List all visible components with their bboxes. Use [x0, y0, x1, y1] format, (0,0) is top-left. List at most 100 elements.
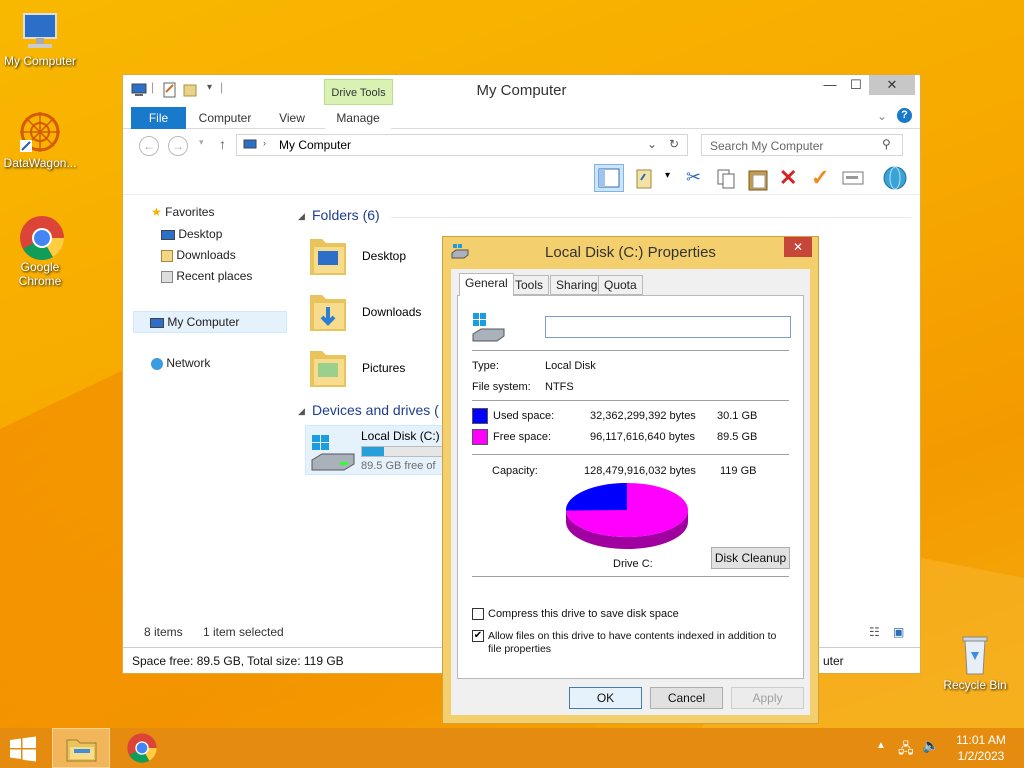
drive-free-text: 89.5 GB free of — [361, 460, 436, 472]
search-icon[interactable]: ⚲ — [882, 137, 891, 151]
delete-icon[interactable]: ✕ — [779, 165, 797, 191]
free-space-bytes: 96,117,616,640 bytes — [590, 431, 695, 443]
help-icon[interactable]: ? — [897, 108, 912, 123]
details-view-icon[interactable]: ☷ — [869, 625, 880, 639]
file-explorer-icon — [66, 739, 97, 762]
collapse-icon[interactable]: ◢ — [298, 406, 305, 417]
window-title: My Computer — [476, 82, 567, 99]
details-bar-text: Space free: 89.5 GB, Total size: 119 GB — [132, 654, 344, 668]
tab-view[interactable]: View — [263, 107, 321, 129]
apply-button[interactable]: Apply — [731, 687, 804, 709]
clock-time[interactable]: 11:01 AM — [948, 733, 1014, 747]
address-bar[interactable]: › My Computer ⌄ ↻ — [236, 134, 688, 156]
windows-logo-icon — [10, 736, 36, 762]
tab-general[interactable]: General — [459, 273, 514, 296]
free-space-label: Free space: — [493, 431, 552, 443]
filesystem-value: NTFS — [545, 381, 574, 393]
minimize-button[interactable]: — — [817, 75, 843, 95]
contextual-group-label: Drive Tools — [324, 79, 393, 105]
capacity-gb: 119 GB — [720, 465, 757, 477]
properties-icon[interactable] — [635, 168, 655, 193]
maximize-button[interactable]: ☐ — [843, 75, 869, 95]
taskbar-explorer[interactable] — [52, 728, 110, 768]
desktop-icon-chrome[interactable]: Google Chrome — [0, 214, 80, 288]
details-bar-right: uter — [823, 654, 844, 668]
forward-button[interactable]: → — [168, 136, 188, 156]
folder-icon — [310, 351, 346, 387]
tab-manage[interactable]: Manage — [325, 107, 391, 129]
folder-label: Pictures — [362, 361, 406, 375]
volume-label-input[interactable] — [545, 316, 791, 338]
folder-icon — [310, 295, 346, 331]
compress-checkbox[interactable] — [472, 608, 484, 620]
globe-icon[interactable] — [883, 166, 907, 193]
group-header-devices[interactable]: Devices and drives ( — [312, 402, 439, 418]
nav-item-recent-places[interactable]: Recent places — [161, 269, 252, 283]
desktop-icon — [161, 229, 175, 240]
volume-icon[interactable]: 🔈 — [922, 737, 939, 754]
nav-item-favorites[interactable]: ★ Favorites — [151, 205, 214, 219]
copy-icon[interactable] — [716, 168, 736, 193]
chevron-down-icon[interactable]: ⌄ — [877, 109, 887, 123]
nav-label: Downloads — [176, 248, 236, 262]
filesystem-label: File system: — [472, 381, 531, 393]
chevron-down-icon[interactable]: ▾ — [199, 137, 204, 148]
tab-file[interactable]: File — [131, 107, 186, 129]
taskbar-chrome[interactable] — [126, 732, 158, 767]
search-input[interactable]: Search My Computer — [710, 139, 823, 153]
dialog-close-button[interactable]: ✕ — [784, 237, 812, 257]
clock-date[interactable]: 1/2/2023 — [948, 749, 1014, 763]
group-header-folders[interactable]: Folders (6) — [312, 207, 380, 223]
chevron-down-icon[interactable]: ⌄ — [647, 137, 657, 151]
cut-icon[interactable]: ✂ — [686, 167, 701, 188]
desktop-icon-datawagon[interactable]: DataWagon... — [0, 110, 80, 170]
capacity-label: Capacity: — [492, 465, 538, 477]
checkmark-icon[interactable]: ✓ — [811, 165, 829, 191]
separator — [472, 576, 789, 577]
ok-button[interactable]: OK — [569, 687, 642, 709]
drive-item-c[interactable]: Local Disk (C:) 89.5 GB free of — [305, 425, 451, 475]
drive-label: Local Disk (C:) — [361, 429, 440, 443]
folder-item-desktop[interactable]: Desktop — [308, 233, 406, 280]
chevron-down-icon[interactable]: ▾ — [665, 170, 670, 181]
close-button[interactable]: ✕ — [869, 75, 915, 95]
disk-cleanup-button[interactable]: Disk Cleanup — [711, 547, 790, 569]
nav-item-desktop[interactable]: Desktop — [161, 227, 222, 241]
show-hidden-icons[interactable]: ▲ — [876, 740, 886, 751]
start-button[interactable] — [8, 736, 38, 765]
star-icon: ★ — [151, 205, 162, 219]
folder-item-downloads[interactable]: Downloads — [308, 289, 421, 336]
folder-item-pictures[interactable]: Pictures — [308, 345, 405, 392]
capacity-bytes: 128,479,916,032 bytes — [584, 465, 696, 477]
nav-item-downloads[interactable]: Downloads — [161, 248, 236, 262]
up-button[interactable]: ↑ — [219, 136, 226, 152]
type-label: Type: — [472, 360, 499, 372]
divider — [391, 217, 911, 218]
desktop-icon-recycle-bin[interactable]: Recycle Bin — [935, 632, 1015, 692]
rename-icon[interactable] — [842, 171, 864, 188]
hard-drive-icon — [311, 435, 355, 471]
index-checkbox[interactable]: ✔ — [472, 630, 484, 642]
preview-pane-button[interactable] — [594, 164, 624, 192]
nav-label: Network — [166, 356, 211, 370]
tab-tools[interactable]: Tools — [509, 275, 550, 295]
separator — [472, 400, 789, 401]
search-box[interactable]: Search My Computer ⚲ — [701, 134, 903, 156]
collapse-icon[interactable]: ◢ — [298, 211, 305, 222]
refresh-icon[interactable]: ↻ — [669, 137, 679, 151]
tab-sharing[interactable]: Sharing — [550, 275, 604, 295]
desktop-icon-my-computer[interactable]: My Computer — [0, 8, 80, 68]
nav-item-my-computer[interactable]: My Computer — [133, 311, 287, 333]
paste-icon[interactable] — [747, 167, 769, 194]
taskbar: ▲ 🖧 🔈 11:01 AM 1/2/2023 — [0, 728, 1024, 768]
nav-label: Desktop — [178, 227, 223, 241]
back-button[interactable]: ← — [139, 136, 159, 156]
large-icons-view-icon[interactable]: ▣ — [893, 625, 904, 639]
network-tray-icon[interactable]: 🖧 — [898, 738, 914, 762]
nav-item-network[interactable]: Network — [151, 356, 210, 370]
drive-caption: Drive C: — [613, 558, 653, 570]
tab-computer[interactable]: Computer — [195, 107, 255, 129]
free-space-gb: 89.5 GB — [717, 431, 758, 443]
cancel-button[interactable]: Cancel — [650, 687, 723, 709]
tab-quota[interactable]: Quota — [598, 275, 643, 295]
